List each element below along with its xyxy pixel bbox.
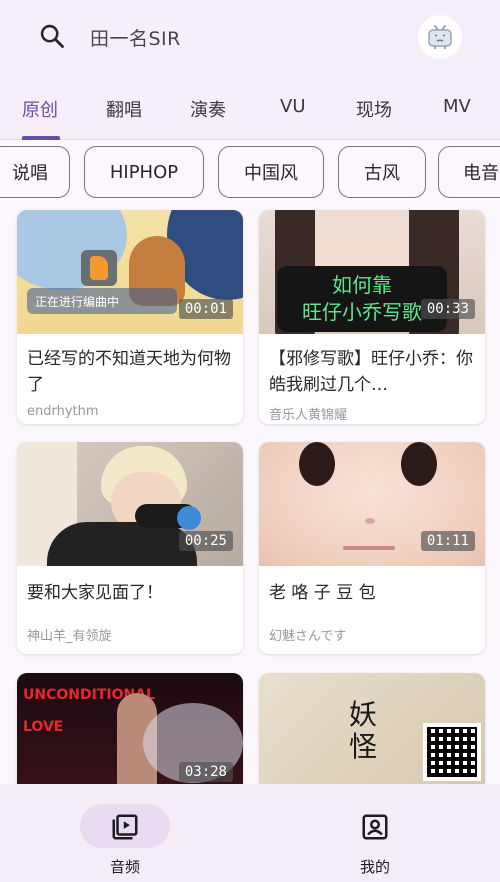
nav-audio[interactable]: 音频	[0, 784, 250, 882]
video-author: endrhythm	[27, 404, 99, 419]
search-bar[interactable]: 田一名SIR	[0, 0, 500, 74]
video-card[interactable]: 如何靠 旺仔小乔写歌 00:33 【邪修写歌】旺仔小乔：你皓我刷过几个… 音乐人…	[259, 210, 485, 424]
thumb-caption: 正在进行编曲中	[27, 288, 177, 314]
video-card[interactable]: 00:25 要和大家见面了！ 神山羊_有领旋	[17, 442, 243, 654]
video-author: 神山羊_有领旋	[27, 629, 112, 644]
nav-audio-label: 音频	[109, 858, 140, 876]
tab-original[interactable]: 原创	[22, 96, 58, 122]
duration-badge: 00:01	[178, 299, 233, 319]
bilibili-tv-icon	[428, 25, 452, 49]
video-author: 音乐人黄锦耀	[269, 408, 348, 423]
tab-live[interactable]: 现场	[356, 96, 392, 122]
duration-badge: 00:33	[420, 299, 475, 319]
video-title: 要和大家见面了！	[27, 583, 163, 603]
search-input[interactable]: 田一名SIR	[90, 24, 181, 51]
video-title: 已经写的不知道天地为何物了	[27, 349, 231, 395]
duration-badge: 03:28	[178, 762, 233, 782]
nav-mine-label: 我的	[359, 858, 390, 876]
tab-vu[interactable]: VU	[280, 96, 306, 117]
tab-mv[interactable]: MV	[443, 96, 471, 117]
chip-chinese-style[interactable]: 中国风	[218, 146, 324, 198]
video-library-icon	[112, 814, 138, 840]
video-card[interactable]: 01:11 老 咯 子 豆 包 幻魅さんです	[259, 442, 485, 654]
tab-indicator	[22, 136, 60, 140]
avatar[interactable]	[418, 15, 462, 59]
qr-code	[423, 723, 481, 781]
nav-mine[interactable]: 我的	[250, 784, 500, 882]
chip-ancient-style[interactable]: 古风	[338, 146, 426, 198]
video-card[interactable]: 正在进行编曲中 00:01 已经写的不知道天地为何物了 endrhythm	[17, 210, 243, 424]
thumb-caption: 妖 怪	[349, 698, 378, 763]
duration-badge: 01:11	[420, 531, 475, 551]
tab-performance[interactable]: 演奏	[190, 96, 226, 122]
chip-electronic[interactable]: 电音	[438, 146, 500, 198]
video-author: 幻魅さんです	[269, 629, 347, 644]
category-tabs: 原创 翻唱 演奏 VU 现场 MV	[0, 74, 500, 140]
chip-rap[interactable]: 说唱	[0, 146, 70, 198]
fl-studio-icon	[81, 250, 117, 286]
video-title: 【邪修写歌】旺仔小乔：你皓我刷过几个…	[269, 349, 473, 395]
video-title: 老 咯 子 豆 包	[269, 583, 376, 603]
video-thumbnail: 妖 怪	[259, 673, 485, 797]
tab-cover[interactable]: 翻唱	[106, 96, 142, 122]
chip-hiphop[interactable]: HIPHOP	[84, 146, 204, 198]
genre-chips: 说唱 HIPHOP 中国风 古风 电音	[0, 146, 500, 198]
play-icon	[177, 506, 201, 530]
profile-icon	[362, 814, 388, 840]
duration-badge: 00:25	[178, 531, 233, 551]
bottom-navigation: 音频 我的	[0, 784, 500, 882]
search-icon[interactable]	[38, 22, 66, 50]
